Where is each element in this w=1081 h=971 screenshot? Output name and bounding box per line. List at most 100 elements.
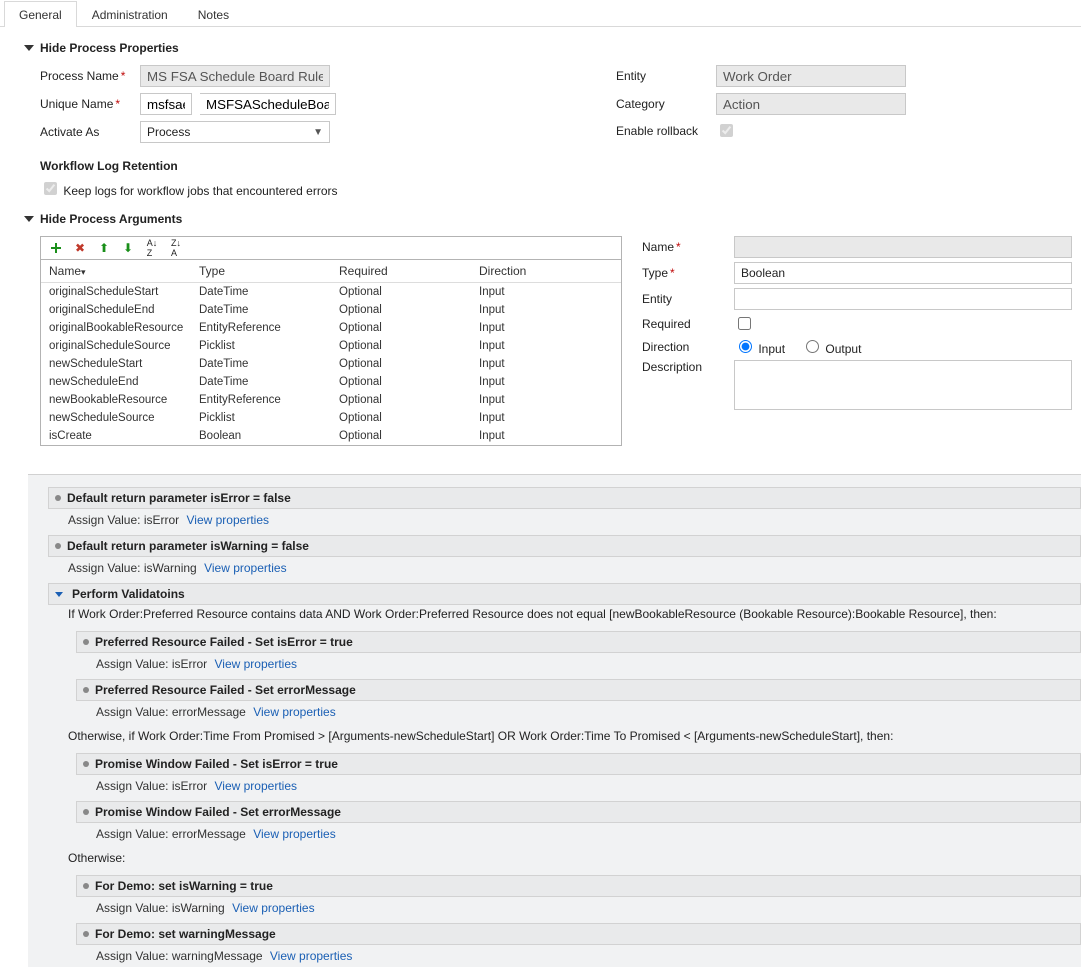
argument-row[interactable]: newScheduleSourcePicklistOptionalInput xyxy=(41,409,621,427)
view-properties-link[interactable]: View properties xyxy=(253,705,336,719)
step-set-iserror-true-a[interactable]: Preferred Resource Failed - Set isError … xyxy=(76,631,1081,653)
entity-input xyxy=(716,65,906,87)
tab-administration[interactable]: Administration xyxy=(77,1,183,27)
view-properties-link[interactable]: View properties xyxy=(232,901,315,915)
section-title-process-arguments: Hide Process Arguments xyxy=(40,212,182,226)
bullet-icon xyxy=(55,543,61,549)
tab-notes[interactable]: Notes xyxy=(183,1,244,27)
step-default-iswarning[interactable]: Default return parameter isWarning = fal… xyxy=(48,535,1081,557)
step-perform-validations[interactable]: Perform Validatoins xyxy=(48,583,1081,605)
label-arg-direction: Direction xyxy=(642,340,726,354)
process-name-input[interactable] xyxy=(140,65,330,87)
step-set-iserror-true-a-sub: Assign Value: isError View properties xyxy=(76,653,1081,675)
direction-input-option[interactable]: Input xyxy=(734,337,785,356)
collapse-icon[interactable] xyxy=(24,45,34,51)
activate-as-select[interactable]: Process ▼ xyxy=(140,121,330,143)
bullet-icon xyxy=(83,639,89,645)
chevron-down-icon: ▼ xyxy=(313,127,323,138)
arguments-body[interactable]: originalScheduleStartDateTimeOptionalInp… xyxy=(41,283,621,445)
view-properties-link[interactable]: View properties xyxy=(253,827,336,841)
bullet-icon xyxy=(83,809,89,815)
tab-general[interactable]: General xyxy=(4,1,77,27)
direction-output-option[interactable]: Output xyxy=(801,337,861,356)
step-set-iswarning-true-sub: Assign Value: isWarning View properties xyxy=(76,897,1081,919)
cell-direction: Input xyxy=(479,340,599,352)
step-set-iserror-true-b-sub: Assign Value: isError View properties xyxy=(76,775,1081,797)
step-set-errormessage-a[interactable]: Preferred Resource Failed - Set errorMes… xyxy=(76,679,1081,701)
sort-asc-icon[interactable]: A↓Z xyxy=(145,241,159,255)
workflow-log-heading: Workflow Log Retention xyxy=(40,159,1081,173)
arg-type-select[interactable]: Boolean xyxy=(734,262,1072,284)
step-set-errormessage-b[interactable]: Promise Window Failed - Set errorMessage xyxy=(76,801,1081,823)
collapse-icon[interactable] xyxy=(24,216,34,222)
cell-type: Picklist xyxy=(199,340,339,352)
section-title-process-properties: Hide Process Properties xyxy=(40,41,179,55)
delete-icon[interactable]: ✖ xyxy=(73,241,87,255)
cell-required: Optional xyxy=(339,412,479,424)
keep-logs-checkbox[interactable] xyxy=(44,182,57,195)
cell-name: isCreate xyxy=(49,430,199,442)
argument-row[interactable]: newScheduleEndDateTimeOptionalInput xyxy=(41,373,621,391)
cell-type: DateTime xyxy=(199,376,339,388)
label-entity: Entity xyxy=(616,69,708,83)
arg-required-checkbox[interactable] xyxy=(738,317,751,330)
argument-row[interactable]: originalBookableResourceEntityReferenceO… xyxy=(41,319,621,337)
step-default-iserror[interactable]: Default return parameter isError = false xyxy=(48,487,1081,509)
col-direction[interactable]: Direction xyxy=(479,264,599,278)
view-properties-link[interactable]: View properties xyxy=(204,561,287,575)
enable-rollback-checkbox[interactable] xyxy=(720,124,733,137)
bullet-icon xyxy=(83,931,89,937)
label-process-name: Process Name* xyxy=(40,69,132,83)
argument-row[interactable]: newBookableResourceEntityReferenceOption… xyxy=(41,391,621,409)
cell-direction: Input xyxy=(479,394,599,406)
label-arg-name: Name* xyxy=(642,240,726,254)
cell-required: Optional xyxy=(339,358,479,370)
step-default-iswarning-sub: Assign Value: isWarning View properties xyxy=(48,557,1081,579)
cell-name: newScheduleStart xyxy=(49,358,199,370)
cell-required: Optional xyxy=(339,430,479,442)
col-name[interactable]: Name▾ xyxy=(49,264,199,278)
cell-required: Optional xyxy=(339,340,479,352)
step-set-iswarning-true[interactable]: For Demo: set isWarning = true xyxy=(76,875,1081,897)
arg-description-input[interactable] xyxy=(734,360,1072,410)
label-arg-description: Description xyxy=(642,360,726,374)
arg-entity-input[interactable] xyxy=(734,288,1072,310)
bullet-icon xyxy=(83,687,89,693)
view-properties-link[interactable]: View properties xyxy=(215,779,298,793)
cell-direction: Input xyxy=(479,322,599,334)
move-up-icon[interactable]: ⬆ xyxy=(97,241,111,255)
argument-row[interactable]: newScheduleStartDateTimeOptionalInput xyxy=(41,355,621,373)
view-properties-link[interactable]: View properties xyxy=(187,513,270,527)
label-activate-as: Activate As xyxy=(40,125,132,139)
add-icon[interactable] xyxy=(49,241,63,255)
unique-name-input[interactable] xyxy=(200,93,336,115)
view-properties-link[interactable]: View properties xyxy=(270,949,353,963)
cell-required: Optional xyxy=(339,286,479,298)
col-required[interactable]: Required xyxy=(339,264,479,278)
expand-icon[interactable] xyxy=(55,592,63,597)
step-set-errormessage-a-sub: Assign Value: errorMessage View properti… xyxy=(76,701,1081,723)
keep-logs-label: Keep logs for workflow jobs that encount… xyxy=(63,184,337,198)
unique-name-prefix-input[interactable] xyxy=(140,93,192,115)
argument-row[interactable]: originalScheduleEndDateTimeOptionalInput xyxy=(41,301,621,319)
label-enable-rollback: Enable rollback xyxy=(616,124,708,138)
keep-logs-row[interactable]: Keep logs for workflow jobs that encount… xyxy=(40,184,338,198)
col-type[interactable]: Type xyxy=(199,264,339,278)
cell-type: DateTime xyxy=(199,304,339,316)
argument-row[interactable]: originalScheduleStartDateTimeOptionalInp… xyxy=(41,283,621,301)
view-properties-link[interactable]: View properties xyxy=(215,657,298,671)
cell-type: Boolean xyxy=(199,430,339,442)
condition-if-preferred-resource: If Work Order:Preferred Resource contain… xyxy=(48,605,1081,627)
step-set-iserror-true-b[interactable]: Promise Window Failed - Set isError = tr… xyxy=(76,753,1081,775)
bullet-icon xyxy=(83,883,89,889)
sort-desc-icon[interactable]: Z↓A xyxy=(169,241,183,255)
arg-name-input[interactable] xyxy=(734,236,1072,258)
cell-name: originalBookableResource xyxy=(49,322,199,334)
step-set-warningmessage[interactable]: For Demo: set warningMessage xyxy=(76,923,1081,945)
move-down-icon[interactable]: ⬇ xyxy=(121,241,135,255)
cell-name: originalScheduleEnd xyxy=(49,304,199,316)
argument-row[interactable]: isCreateBooleanOptionalInput xyxy=(41,427,621,445)
argument-row[interactable]: originalScheduleSourcePicklistOptionalIn… xyxy=(41,337,621,355)
cell-type: EntityReference xyxy=(199,322,339,334)
step-set-errormessage-b-sub: Assign Value: errorMessage View properti… xyxy=(76,823,1081,845)
